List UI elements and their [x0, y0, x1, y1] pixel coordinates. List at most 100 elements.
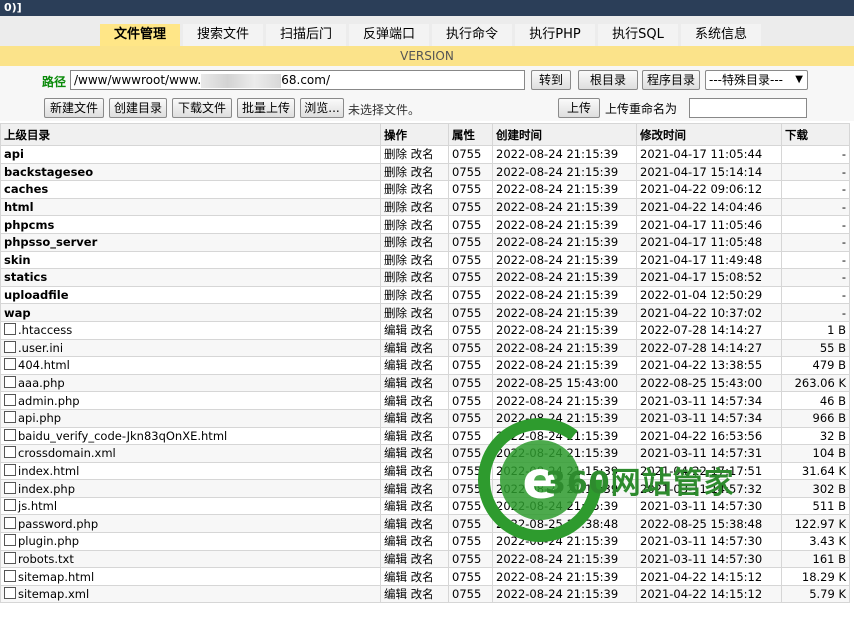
file-name-cell[interactable]: plugin.php	[0, 532, 381, 551]
dir-name[interactable]: uploadfile	[4, 288, 69, 302]
tab-exec-command[interactable]: 执行命令	[432, 24, 512, 46]
permission-value[interactable]: 0755	[448, 391, 493, 410]
action-links[interactable]: 编辑 改名	[380, 567, 449, 586]
file-size[interactable]: 46 B	[781, 391, 850, 410]
file-name-cell[interactable]: crossdomain.xml	[0, 444, 381, 463]
permission-value[interactable]: 0755	[448, 408, 493, 428]
permission-value[interactable]: 0755	[448, 373, 493, 393]
file-size[interactable]: 122.97 K	[781, 514, 850, 534]
permission-value[interactable]: 0755	[448, 268, 493, 287]
file-checkbox[interactable]	[4, 376, 16, 389]
action-links[interactable]: 删除 改名	[380, 303, 449, 322]
file-checkbox[interactable]	[4, 499, 16, 512]
file-checkbox[interactable]	[4, 428, 16, 441]
file-name-cell[interactable]: sitemap.xml	[0, 584, 381, 604]
root-dir-button[interactable]: 根目录	[578, 70, 638, 90]
permission-value[interactable]: 0755	[448, 426, 493, 446]
file-name-cell[interactable]: index.php	[0, 479, 381, 498]
file-name-cell[interactable]: index.html	[0, 461, 381, 481]
permission-value[interactable]: 0755	[448, 584, 493, 604]
action-links[interactable]: 编辑 改名	[380, 391, 449, 410]
tab-scan-backdoor[interactable]: 扫描后门	[266, 24, 346, 46]
dir-name-cell[interactable]: caches	[0, 180, 381, 199]
permission-value[interactable]: 0755	[448, 145, 493, 164]
file-checkbox[interactable]	[4, 481, 16, 494]
dir-name-cell[interactable]: backstageseo	[0, 162, 381, 182]
file-name[interactable]: crossdomain.xml	[18, 446, 116, 460]
file-checkbox[interactable]	[4, 340, 16, 353]
file-size[interactable]: 263.06 K	[781, 373, 850, 393]
upload-button[interactable]: 上传	[558, 98, 600, 118]
tab-system-info[interactable]: 系统信息	[681, 24, 761, 46]
action-links[interactable]: 删除 改名	[380, 162, 449, 182]
file-name[interactable]: baidu_verify_code-Jkn83qOnXE.html	[18, 429, 227, 443]
permission-value[interactable]: 0755	[448, 162, 493, 182]
file-name-cell[interactable]: aaa.php	[0, 373, 381, 393]
file-size[interactable]: 161 B	[781, 549, 850, 569]
permission-value[interactable]: 0755	[448, 532, 493, 551]
action-links[interactable]: 编辑 改名	[380, 461, 449, 481]
file-name[interactable]: sitemap.html	[18, 570, 94, 584]
file-size[interactable]: 31.64 K	[781, 461, 850, 481]
file-name[interactable]: .htaccess	[18, 323, 72, 337]
dir-name-cell[interactable]: api	[0, 145, 381, 164]
path-input[interactable]: /www/wwwroot/www. 68.com/	[70, 70, 525, 90]
action-links[interactable]: 编辑 改名	[380, 444, 449, 463]
permission-value[interactable]: 0755	[448, 197, 493, 217]
file-checkbox[interactable]	[4, 587, 16, 600]
permission-value[interactable]: 0755	[448, 496, 493, 516]
file-size[interactable]: 55 B	[781, 338, 850, 358]
file-checkbox[interactable]	[4, 446, 16, 459]
dir-name[interactable]: skin	[4, 253, 31, 267]
file-name-cell[interactable]: baidu_verify_code-Jkn83qOnXE.html	[0, 426, 381, 446]
permission-value[interactable]: 0755	[448, 320, 493, 340]
permission-value[interactable]: 0755	[448, 461, 493, 481]
file-name[interactable]: index.php	[18, 482, 75, 496]
dir-name-cell[interactable]: wap	[0, 303, 381, 322]
file-size[interactable]: 5.79 K	[781, 584, 850, 604]
file-checkbox[interactable]	[4, 551, 16, 564]
batch-upload-button[interactable]: 批量上传	[237, 98, 295, 118]
file-size[interactable]: 32 B	[781, 426, 850, 446]
permission-value[interactable]: 0755	[448, 215, 493, 234]
permission-value[interactable]: 0755	[448, 285, 493, 305]
file-name-cell[interactable]: .htaccess	[0, 320, 381, 340]
file-name[interactable]: password.php	[18, 517, 98, 531]
dir-name[interactable]: caches	[4, 182, 48, 196]
dir-name[interactable]: statics	[4, 270, 47, 284]
file-name[interactable]: api.php	[18, 411, 61, 425]
action-links[interactable]: 编辑 改名	[380, 426, 449, 446]
download-file-button[interactable]: 下载文件	[172, 98, 232, 118]
action-links[interactable]: 编辑 改名	[380, 373, 449, 393]
file-checkbox[interactable]	[4, 569, 16, 582]
action-links[interactable]: 编辑 改名	[380, 532, 449, 551]
action-links[interactable]: 编辑 改名	[380, 496, 449, 516]
permission-value[interactable]: 0755	[448, 303, 493, 322]
dir-name-cell[interactable]: skin	[0, 250, 381, 270]
action-links[interactable]: 删除 改名	[380, 145, 449, 164]
dir-name[interactable]: backstageseo	[4, 165, 93, 179]
col-parent-dir[interactable]: 上级目录	[0, 123, 381, 146]
file-size[interactable]: 302 B	[781, 479, 850, 498]
permission-value[interactable]: 0755	[448, 250, 493, 270]
action-links[interactable]: 编辑 改名	[380, 320, 449, 340]
file-name-cell[interactable]: password.php	[0, 514, 381, 534]
permission-value[interactable]: 0755	[448, 444, 493, 463]
dir-name[interactable]: html	[4, 200, 34, 214]
action-links[interactable]: 删除 改名	[380, 197, 449, 217]
rename-input[interactable]	[689, 98, 807, 118]
tab-reverse-port[interactable]: 反弹端口	[349, 24, 429, 46]
browse-button[interactable]: 浏览...	[300, 98, 344, 118]
dir-name-cell[interactable]: uploadfile	[0, 285, 381, 305]
permission-value[interactable]: 0755	[448, 549, 493, 569]
file-name-cell[interactable]: 404.html	[0, 356, 381, 375]
new-file-button[interactable]: 新建文件	[44, 98, 104, 118]
tab-file-manager[interactable]: 文件管理	[100, 24, 180, 46]
tab-exec-php[interactable]: 执行PHP	[515, 24, 595, 46]
file-checkbox[interactable]	[4, 516, 16, 529]
dir-name[interactable]: api	[4, 147, 24, 161]
tab-search-files[interactable]: 搜索文件	[183, 24, 263, 46]
action-links[interactable]: 编辑 改名	[380, 549, 449, 569]
action-links[interactable]: 编辑 改名	[380, 584, 449, 604]
file-name[interactable]: sitemap.xml	[18, 587, 89, 601]
